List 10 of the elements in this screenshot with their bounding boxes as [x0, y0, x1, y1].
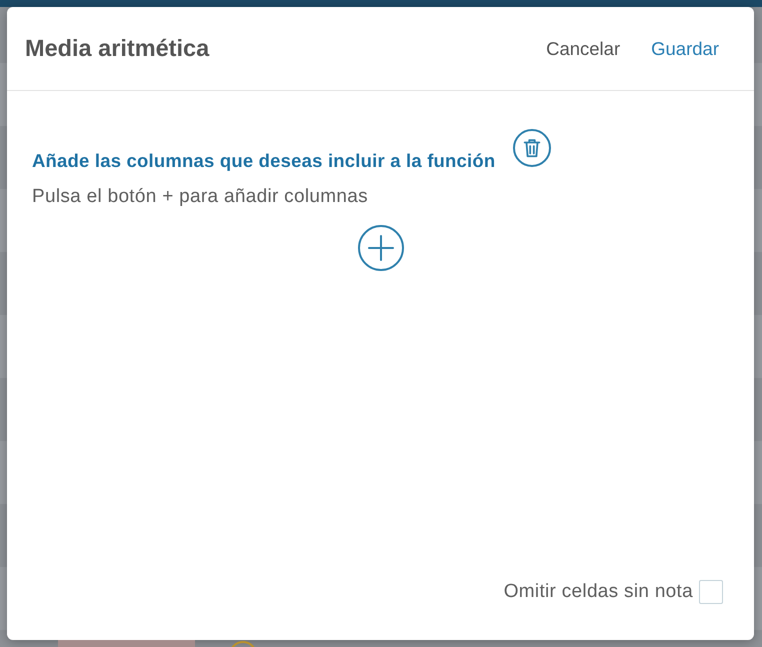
checkbox[interactable]	[699, 580, 723, 604]
cancel-button[interactable]: Cancelar	[546, 34, 620, 64]
plus-icon	[368, 235, 394, 261]
delete-button[interactable]	[513, 129, 552, 167]
checkbox-label: Omitir celdas sin nota	[504, 581, 693, 603]
dialog-title: Media aritmética	[25, 35, 210, 62]
add-column-button[interactable]	[358, 225, 404, 271]
hint-text: Pulsa el botón + para añadir columnas	[32, 187, 368, 207]
save-button[interactable]: Guardar	[651, 34, 719, 64]
section-heading: Añade las columnas que deseas incluir a la función	[32, 150, 496, 172]
